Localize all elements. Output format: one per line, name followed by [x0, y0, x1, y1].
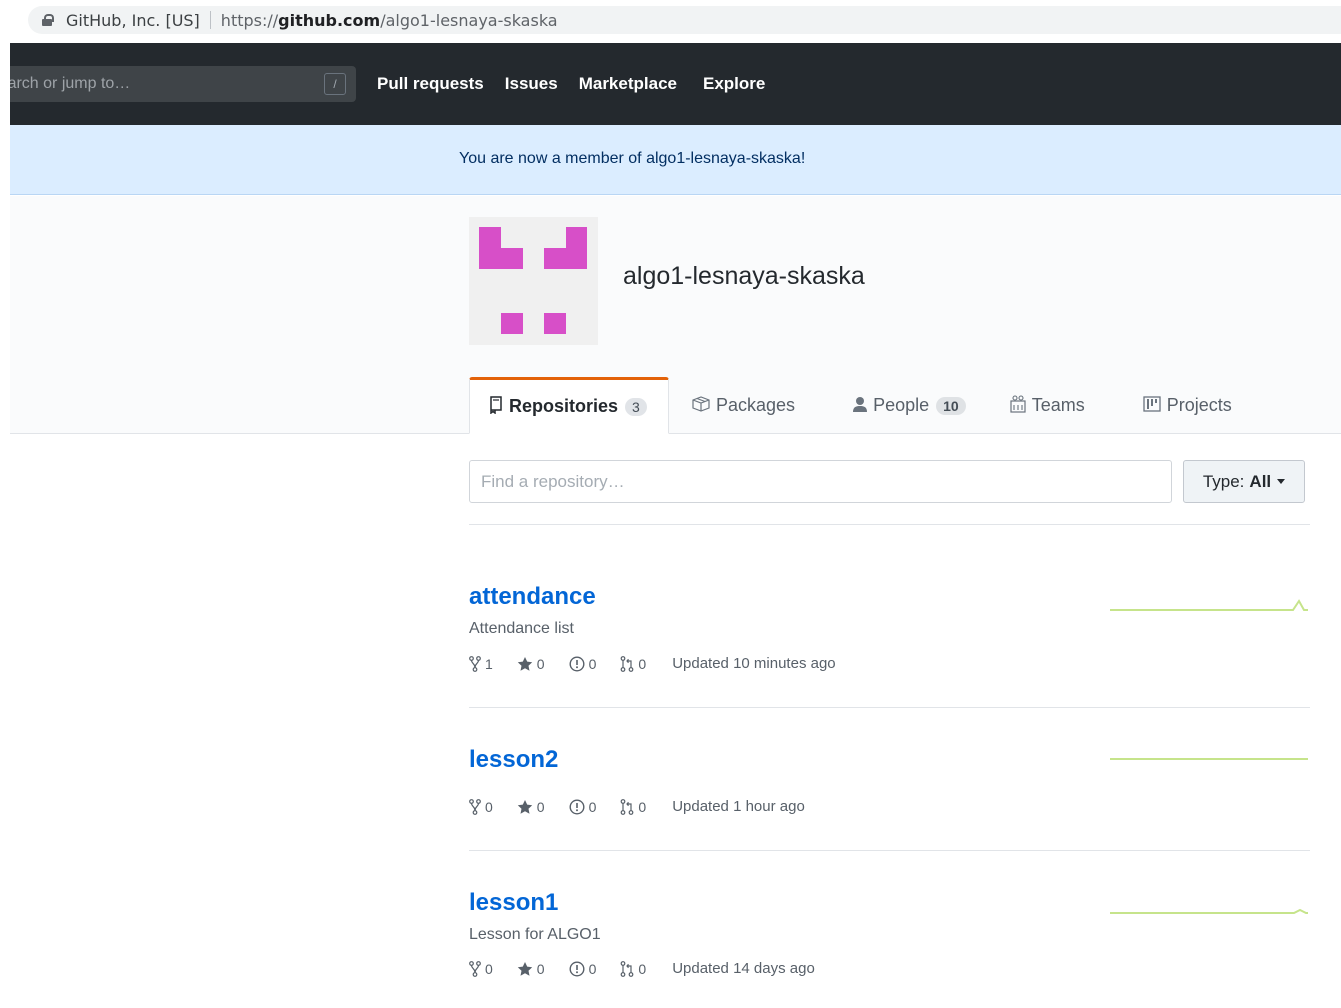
type-filter-label: Type: — [1202, 471, 1245, 491]
lock-icon — [42, 14, 54, 26]
forks-value: 0 — [485, 798, 493, 815]
issues-value: 0 — [588, 798, 597, 815]
repo-meta: 1 0 0 0 Updated 10 minutes ago — [469, 655, 836, 672]
pulls-value: 0 — [638, 798, 647, 815]
flash-notice: You are now a member of algo1-lesnaya-sk… — [10, 125, 1341, 195]
pulls-count[interactable]: 0 — [620, 799, 646, 815]
tab-projects-label: Projects — [1166, 395, 1232, 415]
repo-meta: 0 0 0 0 Updated 14 days ago — [469, 960, 815, 977]
find-repository-input[interactable]: Find a repository… — [469, 460, 1172, 503]
url-host: github.com — [278, 10, 381, 30]
repo-divider — [469, 850, 1310, 851]
pulls-count[interactable]: 0 — [620, 656, 646, 672]
stars-count[interactable]: 0 — [517, 656, 545, 672]
org-avatar[interactable] — [469, 217, 598, 345]
nav-issues[interactable]: Issues — [505, 74, 558, 94]
fork-icon — [469, 960, 481, 977]
activity-sparkline — [1110, 599, 1308, 611]
fork-icon — [469, 798, 481, 815]
issues-count[interactable]: 0 — [569, 798, 597, 815]
stars-value: 0 — [536, 655, 545, 672]
pulls-value: 0 — [638, 655, 647, 672]
pull-request-icon — [620, 655, 634, 672]
repo-link-lesson1[interactable]: lesson1 — [469, 889, 558, 917]
issue-icon — [569, 798, 585, 815]
browser-address-bar: GitHub, Inc. [US] https://github.com/alg… — [0, 0, 1341, 42]
header-nav: Pull requests Issues Marketplace Explore — [377, 74, 786, 94]
star-icon — [517, 656, 532, 671]
updated-time: Updated 1 hour ago — [672, 798, 805, 815]
search-placeholder: Search or jump to… — [10, 75, 131, 92]
issue-icon — [569, 960, 585, 977]
org-tabs: Repositories 3 Packages People 10 Teams … — [469, 377, 1252, 434]
forks-value: 0 — [485, 960, 493, 977]
nav-explore[interactable]: Explore — [703, 74, 765, 94]
repo-meta: 0 0 0 0 Updated 1 hour ago — [469, 798, 805, 815]
stars-count[interactable]: 0 — [517, 799, 545, 815]
issue-icon — [569, 655, 585, 672]
repo-link-attendance[interactable]: attendance — [469, 583, 596, 611]
pulls-count[interactable]: 0 — [620, 961, 646, 977]
pull-request-icon — [620, 960, 634, 977]
repositories-counter: 3 — [625, 397, 647, 416]
site-header: Search or jump to… / Pull requests Issue… — [10, 43, 1341, 125]
stars-value: 0 — [536, 798, 545, 815]
issues-value: 0 — [588, 655, 597, 672]
issues-count[interactable]: 0 — [569, 655, 597, 672]
chevron-down-icon — [1277, 479, 1286, 484]
url-prefix: https:// — [220, 10, 279, 30]
filter-divider — [469, 524, 1310, 525]
search-shortcut-key: / — [324, 73, 346, 95]
star-icon — [517, 961, 532, 976]
tab-packages-label: Packages — [716, 395, 796, 415]
updated-time: Updated 14 days ago — [672, 960, 815, 977]
forks-count[interactable]: 0 — [469, 799, 493, 815]
omnibox[interactable]: GitHub, Inc. [US] https://github.com/alg… — [28, 6, 1341, 34]
tab-packages[interactable]: Packages — [669, 377, 815, 434]
address-separator — [209, 11, 211, 29]
fork-icon — [469, 655, 481, 672]
stars-count[interactable]: 0 — [517, 961, 545, 977]
tab-repositories-label: Repositories — [509, 396, 619, 416]
activity-sparkline — [1110, 758, 1308, 760]
issues-value: 0 — [588, 960, 597, 977]
flash-message: You are now a member of algo1-lesnaya-sk… — [459, 150, 806, 167]
repo-link-lesson2[interactable]: lesson2 — [469, 746, 558, 774]
project-icon — [1143, 395, 1161, 416]
forks-value: 1 — [485, 655, 493, 672]
pull-request-icon — [620, 798, 634, 815]
org-name: algo1-lesnaya-skaska — [623, 262, 865, 290]
forks-count[interactable]: 0 — [469, 961, 493, 977]
address-url[interactable]: https://github.com/algo1-lesnaya-skaska — [221, 11, 558, 30]
activity-sparkline — [1110, 908, 1308, 914]
nav-pull-requests[interactable]: Pull requests — [377, 74, 484, 94]
package-icon — [692, 395, 710, 416]
people-counter: 10 — [936, 396, 966, 415]
type-filter-value: All — [1249, 471, 1272, 491]
tab-projects[interactable]: Projects — [1105, 377, 1252, 434]
repo-description: Lesson for ALGO1 — [469, 926, 601, 943]
tab-people[interactable]: People 10 — [815, 377, 986, 434]
find-repository-placeholder: Find a repository… — [481, 471, 625, 491]
star-icon — [517, 799, 532, 814]
forks-count[interactable]: 1 — [469, 656, 493, 672]
repo-divider — [469, 707, 1310, 708]
person-icon — [853, 396, 868, 416]
tab-repositories[interactable]: Repositories 3 — [469, 377, 669, 434]
repo-icon — [489, 395, 503, 418]
repo-description: Attendance list — [469, 620, 574, 637]
pulls-value: 0 — [638, 960, 647, 977]
nav-marketplace[interactable]: Marketplace — [579, 74, 677, 94]
tab-teams-label: Teams — [1031, 395, 1085, 415]
updated-time: Updated 10 minutes ago — [672, 655, 836, 672]
issues-count[interactable]: 0 — [569, 960, 597, 977]
site-identity[interactable]: GitHub, Inc. [US] — [66, 11, 200, 30]
stars-value: 0 — [536, 960, 545, 977]
type-filter-button[interactable]: Type: All — [1183, 460, 1305, 503]
url-path: /algo1-lesnaya-skaska — [380, 10, 558, 30]
teams-icon — [1010, 394, 1026, 417]
tab-teams[interactable]: Teams — [986, 377, 1105, 434]
search-input[interactable]: Search or jump to… / — [10, 66, 356, 102]
tab-people-label: People — [873, 395, 930, 415]
